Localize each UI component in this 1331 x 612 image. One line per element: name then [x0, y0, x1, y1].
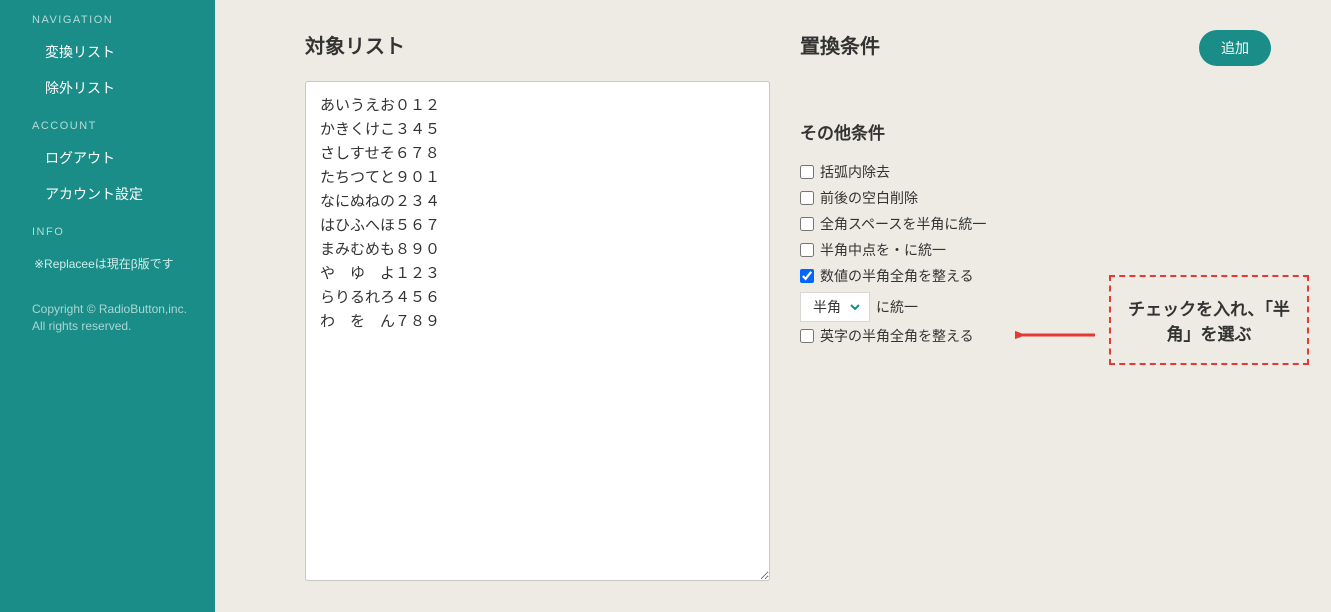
sidebar-item-logout[interactable]: ログアウト [0, 140, 215, 176]
sidebar-item-account-settings[interactable]: アカウント設定 [0, 176, 215, 212]
label-fullwidth-space: 全角スペースを半角に統一 [820, 214, 986, 234]
nav-section-info: INFO [0, 212, 215, 246]
checkbox-nakaguro[interactable] [800, 243, 814, 257]
nav-section-navigation: NAVIGATION [0, 0, 215, 34]
label-nakaguro: 半角中点を・に統一 [820, 240, 946, 260]
add-button[interactable]: 追加 [1199, 30, 1271, 66]
other-conditions-heading: その他条件 [800, 119, 1291, 144]
nav-section-account: ACCOUNT [0, 106, 215, 140]
checkbox-number-width[interactable] [800, 269, 814, 283]
sidebar-item-conversion-list[interactable]: 変換リスト [0, 34, 215, 70]
number-width-selected-value: 半角 [813, 297, 841, 317]
label-number-width: 数値の半角全角を整える [820, 266, 974, 286]
checkbox-remove-brackets[interactable] [800, 165, 814, 179]
chevron-down-icon [849, 301, 861, 313]
annotation-arrow [1015, 325, 1100, 345]
info-text: ※Replaceeは現在β版です [0, 246, 215, 277]
sidebar-item-exclusion-list[interactable]: 除外リスト [0, 70, 215, 106]
checkbox-fullwidth-space[interactable] [800, 217, 814, 231]
number-width-suffix: に統一 [876, 297, 918, 317]
target-list-heading: 対象リスト [305, 30, 800, 59]
label-trim-whitespace: 前後の空白削除 [820, 188, 918, 208]
column-target-list: 対象リスト [305, 30, 800, 592]
label-alpha-width: 英字の半角全角を整える [820, 326, 974, 346]
column-replace-conditions: 置換条件 追加 その他条件 括弧内除去 前後の空白削除 全角スペースを半角に統一… [800, 30, 1291, 592]
annotation-box: チェックを入れ、「半角」を選ぶ [1109, 275, 1309, 365]
copyright-text: Copyright © RadioButton,inc. All rights … [0, 277, 215, 339]
target-list-textarea[interactable] [305, 81, 770, 581]
label-remove-brackets: 括弧内除去 [820, 162, 890, 182]
number-width-select[interactable]: 半角 [800, 292, 870, 322]
checkbox-trim-whitespace[interactable] [800, 191, 814, 205]
main-content: 対象リスト 置換条件 追加 その他条件 括弧内除去 前後の空白削除 全角スペース… [215, 0, 1331, 612]
checkbox-alpha-width[interactable] [800, 329, 814, 343]
sidebar: NAVIGATION 変換リスト 除外リスト ACCOUNT ログアウト アカウ… [0, 0, 215, 612]
